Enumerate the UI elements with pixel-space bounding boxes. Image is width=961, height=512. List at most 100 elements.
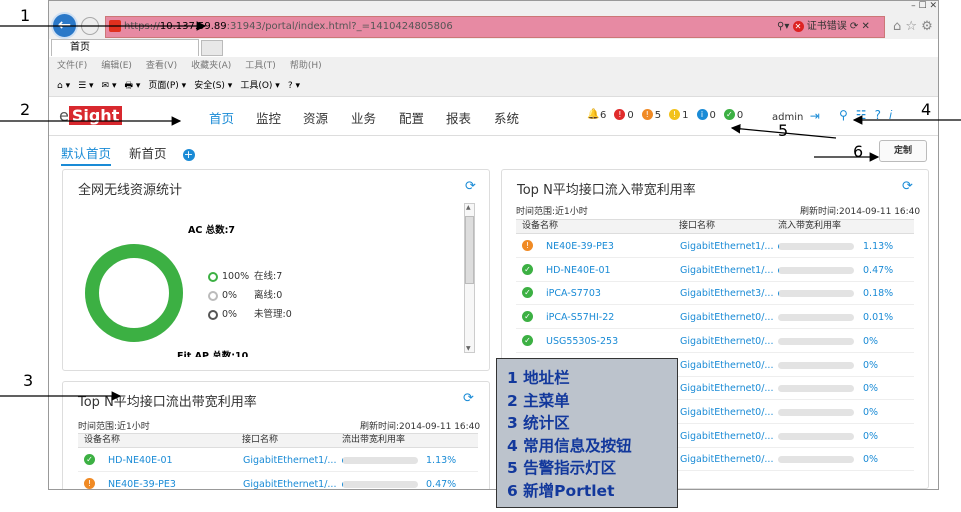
- browser-command-item[interactable]: 页面(P) ▾: [148, 81, 186, 91]
- critical-alarm-icon: !: [614, 109, 626, 120]
- interface-name-link[interactable]: GigabitEthernet1/...: [243, 473, 336, 489]
- interface-name-link[interactable]: GigabitEthernet0/...: [680, 448, 773, 471]
- back-button[interactable]: ←: [51, 12, 78, 39]
- interface-name-link[interactable]: GigabitEthernet1/...: [680, 259, 773, 282]
- utilization-bar: [778, 432, 854, 440]
- scrollbar-thumb[interactable]: [465, 216, 474, 284]
- major-alarm-indicator[interactable]: ! 5: [641, 109, 661, 121]
- help-icon[interactable]: ?: [875, 108, 881, 122]
- browser-menu-item[interactable]: 工具(T): [245, 61, 276, 71]
- critical-alarm-indicator[interactable]: ! 0: [614, 109, 634, 121]
- address-bar[interactable]: https://10.137.59.89:31943/portal/index.…: [105, 16, 885, 38]
- device-name-link[interactable]: USG5530S-253: [546, 330, 618, 353]
- interface-name-link[interactable]: GigabitEthernet3/...: [680, 282, 773, 305]
- main-menu-item[interactable]: 首页: [209, 108, 234, 127]
- main-menu-item[interactable]: 系统: [494, 108, 519, 127]
- interface-name-link[interactable]: GigabitEthernet0/...: [680, 354, 773, 377]
- fit-ap-total: Fit AP 总数:10: [177, 351, 249, 357]
- utilization-value: 0%: [863, 335, 879, 347]
- interface-name-link[interactable]: GigabitEthernet1/...: [680, 235, 773, 258]
- info-icon[interactable]: 𝑖: [889, 108, 892, 122]
- browser-command-item[interactable]: 🖶 ▾: [124, 81, 140, 91]
- main-menu-item[interactable]: 配置: [399, 108, 424, 127]
- topology-icon[interactable]: ☷: [856, 108, 867, 122]
- main-menu-item[interactable]: 资源: [303, 108, 328, 127]
- search-icon[interactable]: ⚲: [839, 108, 848, 122]
- browser-command-item[interactable]: 安全(S) ▾: [194, 81, 232, 91]
- refresh-icon[interactable]: ⟳: [465, 179, 476, 194]
- info-alarm-indicator[interactable]: i0: [696, 109, 716, 121]
- browser-command-item[interactable]: ✉ ▾: [102, 81, 117, 91]
- tab-new-home[interactable]: 新首页: [129, 146, 167, 161]
- device-name-link[interactable]: iPCA-S7703: [546, 282, 601, 305]
- interface-name-link[interactable]: GigabitEthernet0/...: [680, 425, 773, 448]
- forward-button[interactable]: [81, 17, 99, 35]
- table-row[interactable]: ✓ iPCA-S7703 GigabitEthernet3/... 0.18%: [516, 282, 914, 306]
- interface-name-link[interactable]: GigabitEthernet0/...: [680, 330, 773, 353]
- browser-command-item[interactable]: ☰ ▾: [78, 81, 93, 91]
- scroll-up-icon[interactable]: ▲: [466, 204, 471, 211]
- device-name-link[interactable]: NE40E-39-PE3: [546, 235, 614, 258]
- device-name-link[interactable]: HD-NE40E-01: [546, 259, 611, 282]
- cert-error-label[interactable]: 证书错误: [807, 21, 847, 32]
- device-name-link[interactable]: HD-NE40E-01: [108, 449, 173, 472]
- new-tab-button[interactable]: [201, 40, 223, 56]
- col-device: 设备名称: [522, 221, 559, 231]
- browser-tab[interactable]: 首页: [51, 39, 199, 56]
- main-menu-item[interactable]: 业务: [351, 108, 376, 127]
- callout-number-5: 5: [778, 121, 789, 140]
- main-menu-item[interactable]: 监控: [256, 108, 281, 127]
- bell-indicator[interactable]: 🔔6: [587, 109, 606, 121]
- table-row[interactable]: ✓ HD-NE40E-01 GigabitEthernet1/... 0.47%: [516, 259, 914, 282]
- interface-name-link[interactable]: GigabitEthernet1/...: [243, 449, 336, 472]
- browser-command-item[interactable]: 工具(O) ▾: [240, 81, 280, 91]
- window-controls[interactable]: – ☐ ✕: [877, 1, 937, 14]
- table-row[interactable]: ! NE40E-39-PE3 GigabitEthernet1/... 1.13%: [516, 235, 914, 258]
- table-row[interactable]: ! NE40E-39-PE3 GigabitEthernet1/... 0.47%: [78, 473, 478, 489]
- browser-menubar: 文件(F) 编辑(E) 查看(V) 收藏夹(A) 工具(T) 帮助(H): [49, 57, 938, 75]
- browser-menu-item[interactable]: 收藏夹(A): [191, 61, 231, 71]
- browser-menu-item[interactable]: 查看(V): [146, 61, 177, 71]
- search-icon[interactable]: ⚲▾: [777, 21, 789, 32]
- utilization-bar-fill: [778, 243, 779, 250]
- browser-command-item[interactable]: ? ▾: [288, 81, 300, 91]
- minor-alarm-indicator[interactable]: ! 1: [669, 109, 689, 121]
- stop-icon[interactable]: ✕: [861, 21, 869, 32]
- tab-default-home[interactable]: 默认首页: [61, 146, 112, 166]
- alarm-count: 0: [627, 109, 634, 121]
- interface-name-link[interactable]: GigabitEthernet0/...: [680, 377, 773, 400]
- refresh-icon[interactable]: ⟳: [902, 179, 913, 194]
- refresh-icon[interactable]: ⟳: [850, 21, 858, 32]
- main-navbar: e Sight 🔔6! 0! 5! 1 i 0 ✓ 0 admin ⇥ ⚲ ☷? 𝑖 首页 监控 资源业…: [49, 98, 938, 136]
- ac-donut-chart: [85, 244, 183, 342]
- main-menu-item[interactable]: 报表: [446, 108, 471, 127]
- browser-menu-item[interactable]: 帮助(H): [290, 61, 322, 71]
- interface-name-link[interactable]: GigabitEthernet0/...: [680, 306, 773, 329]
- table-row[interactable]: ✓ HD-NE40E-01 GigabitEthernet1/... 1.13%: [78, 449, 478, 472]
- customize-button[interactable]: 定制: [879, 140, 927, 162]
- legend-pct: 0%: [222, 309, 238, 320]
- refresh-icon[interactable]: ⟳: [463, 391, 474, 406]
- scroll-down-icon[interactable]: ▼: [466, 345, 471, 352]
- table-row[interactable]: ✓ USG5530S-253 GigabitEthernet0/... 0%: [516, 330, 914, 353]
- device-name-link[interactable]: iPCA-S57HI-22: [546, 306, 614, 329]
- alarm-indicators: 🔔6! 0! 5! 1 i 0 ✓ 0: [587, 109, 751, 121]
- portlet-scrollbar[interactable]: ▲ ▼: [464, 203, 475, 353]
- url-host: 10.137.59.89: [159, 21, 227, 32]
- device-name-link[interactable]: NE40E-39-PE3: [108, 473, 176, 489]
- interface-name-link[interactable]: GigabitEthernet0/...: [680, 401, 773, 424]
- browser-tool-icons[interactable]: ⌂ ☆ ⚙: [893, 19, 933, 34]
- cleared-alarm-indicator[interactable]: ✓ 0: [723, 109, 743, 121]
- table-row[interactable]: ✓ iPCA-S57HI-22 GigabitEthernet0/... 0.01%: [516, 306, 914, 330]
- legend-box-line: 2 主菜单: [507, 391, 570, 410]
- legend-label: 离线:0: [254, 290, 283, 301]
- add-portlet-icon[interactable]: +: [182, 148, 195, 161]
- logout-icon[interactable]: ⇥: [810, 109, 820, 123]
- utilization-bar: [778, 385, 854, 393]
- utilization-bar: [778, 290, 854, 298]
- legend-box-line: 4 常用信息及按钮: [507, 436, 632, 455]
- browser-command-item[interactable]: ⌂ ▾: [57, 81, 70, 91]
- status-ok-icon: ✓: [522, 263, 533, 275]
- browser-menu-item[interactable]: 文件(F): [57, 61, 87, 71]
- browser-menu-item[interactable]: 编辑(E): [101, 61, 132, 71]
